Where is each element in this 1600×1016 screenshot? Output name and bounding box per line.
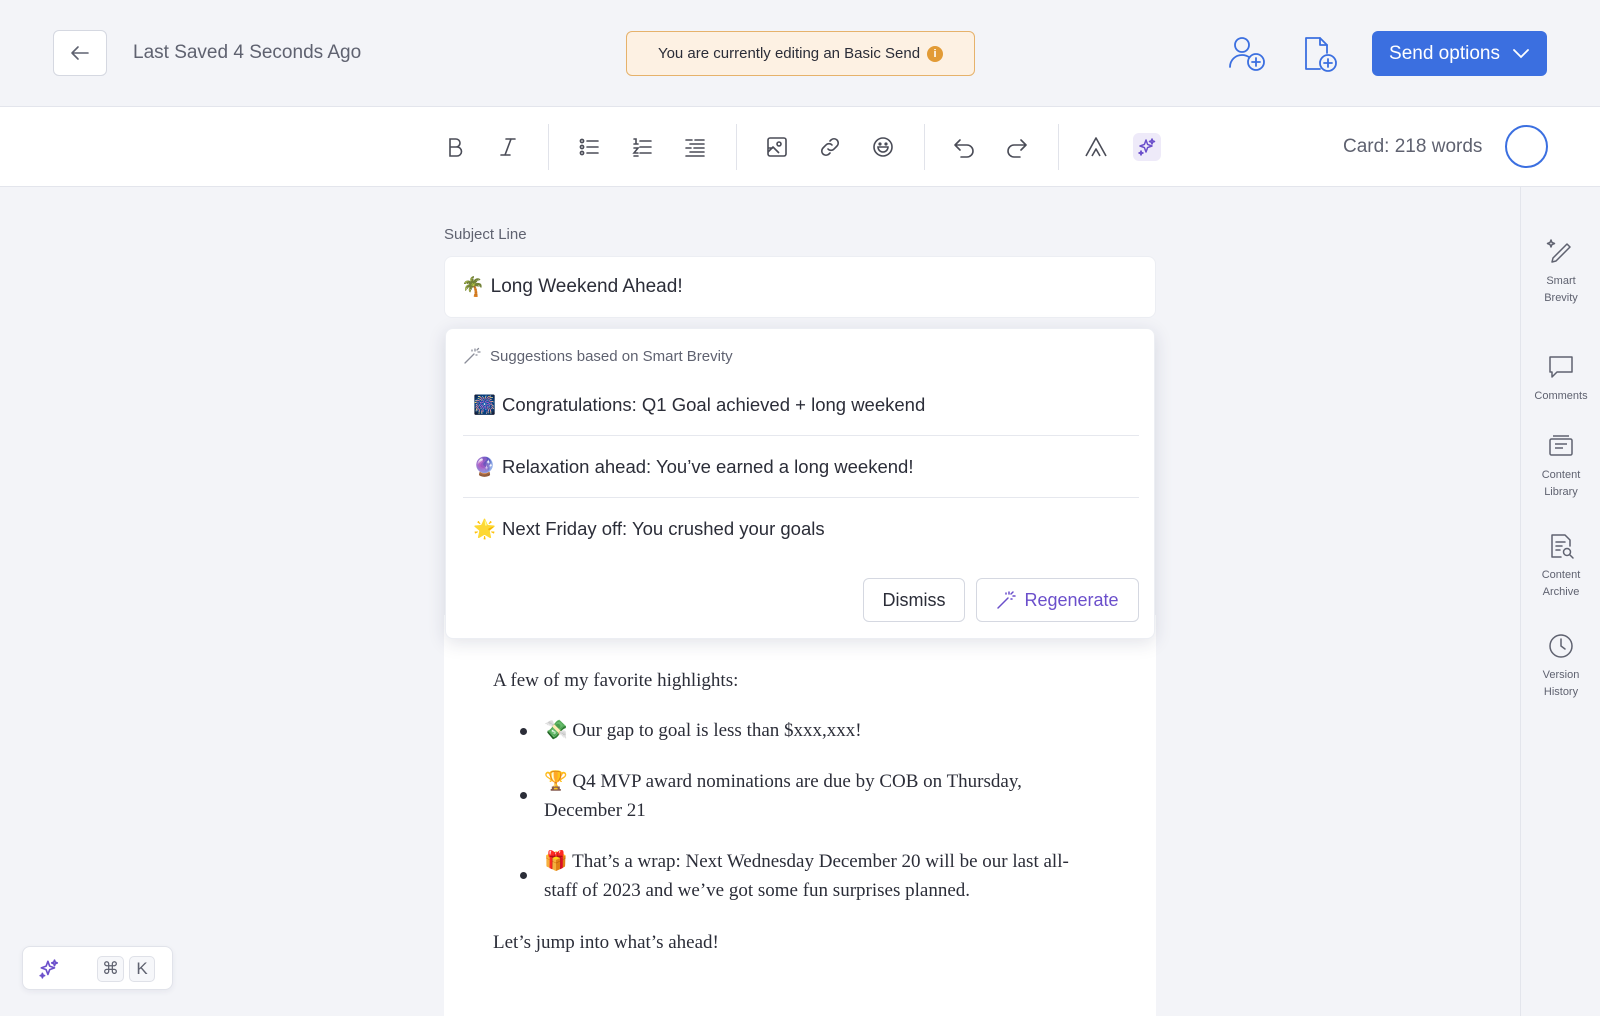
smart-brevity-icon — [1546, 239, 1571, 263]
subject-suggestions-popup: Suggestions based on Smart Brevity 🎆 Con… — [445, 328, 1155, 639]
word-count-progress-ring — [1505, 125, 1548, 168]
send-options-label: Send options — [1389, 42, 1500, 64]
send-options-button[interactable]: Send options — [1372, 31, 1547, 76]
suggestion-text: Congratulations: Q1 Goal achieved + long… — [502, 393, 926, 415]
bullet-list-icon[interactable] — [569, 127, 609, 167]
suggestion-emoji: 🌟 — [473, 517, 497, 539]
ai-sparkle-icon — [39, 959, 59, 979]
sidebar-item-version-history[interactable]: Version History — [1521, 629, 1600, 701]
bold-icon[interactable] — [435, 127, 475, 167]
indent-list-icon[interactable] — [675, 127, 715, 167]
banner-text: You are currently editing an Basic Send — [657, 45, 921, 62]
image-icon[interactable] — [757, 127, 797, 167]
toolbar-divider — [1058, 124, 1059, 170]
info-icon[interactable]: i — [927, 45, 944, 62]
sidebar-label: Brevity — [1544, 292, 1578, 304]
add-user-icon[interactable] — [1224, 30, 1272, 78]
list-item: 🎁 That’s a wrap: Next Wednesday December… — [544, 847, 1069, 905]
arrow-left-icon — [71, 46, 89, 60]
ai-assistant-shortcut[interactable]: ⌘ K — [22, 946, 173, 990]
editing-mode-banner: You are currently editing an Basic Send … — [626, 31, 975, 76]
content-library-icon — [1549, 435, 1573, 456]
italic-icon[interactable] — [488, 127, 528, 167]
add-document-icon[interactable] — [1295, 30, 1343, 78]
body-paragraph: A few of my favorite highlights: — [493, 670, 739, 691]
sidebar-label: Version — [1542, 669, 1580, 681]
k-key: K — [129, 956, 155, 982]
list-item: 💸 Our gap to goal is less than $xxx,xxx! — [544, 716, 862, 745]
chevron-down-icon — [1513, 48, 1529, 58]
sidebar-item-content-library[interactable]: Content Library — [1521, 429, 1600, 501]
document-body[interactable]: all our stretch goals and are set up for… — [444, 615, 1156, 1016]
sidebar-item-comments[interactable]: Comments — [1521, 350, 1600, 405]
subject-value: Long Weekend Ahead! — [490, 276, 683, 297]
list-item-text: staff of 2023 and we’ve got some fun sur… — [544, 880, 970, 901]
subject-line-input[interactable]: 🌴 Long Weekend Ahead! — [444, 256, 1156, 318]
sidebar-item-content-archive[interactable]: Content Archive — [1521, 529, 1600, 601]
sidebar-label: History — [1543, 686, 1579, 698]
regenerate-button[interactable]: Regenerate — [976, 578, 1139, 622]
link-icon[interactable] — [810, 127, 850, 167]
bullet-dot — [520, 872, 527, 879]
toolbar-divider — [548, 124, 549, 170]
comment-icon — [1549, 356, 1573, 378]
word-count: Card: 218 words — [1343, 136, 1483, 157]
subject-line-label: Subject Line — [444, 226, 527, 243]
list-item-emoji: 🎁 — [544, 851, 568, 872]
suggestion-text: Next Friday off: You crushed your goals — [502, 517, 825, 539]
emoji-icon[interactable] — [863, 127, 903, 167]
sidebar-item-smart-brevity[interactable]: Smart Brevity — [1521, 235, 1600, 307]
back-button[interactable] — [53, 30, 107, 76]
content-archive-icon — [1551, 534, 1574, 559]
right-sidebar: Smart Brevity Comments Content Library Con… — [1520, 187, 1600, 1016]
top-header: Last Saved 4 Seconds Ago You are current… — [0, 0, 1600, 107]
list-item-text: Q4 MVP award nominations are due by COB … — [572, 771, 1022, 792]
subject-emoji: 🌴 — [461, 277, 485, 298]
redo-icon[interactable] — [997, 127, 1037, 167]
list-item-emoji: 💸 — [544, 720, 568, 741]
numbered-list-icon[interactable] — [622, 127, 662, 167]
command-key: ⌘ — [97, 956, 124, 982]
sidebar-label: Content — [1541, 569, 1581, 581]
list-item-text: Our gap to goal is less than $xxx,xxx! — [572, 720, 862, 741]
magic-wand-icon — [464, 347, 481, 364]
suggestion-emoji: 🎆 — [473, 393, 497, 415]
sidebar-label: Library — [1544, 486, 1578, 498]
toolbar-divider — [924, 124, 925, 170]
undo-icon[interactable] — [944, 127, 984, 167]
suggestion-item[interactable]: 🔮 Relaxation ahead: You’ve earned a long… — [463, 436, 1139, 497]
formatting-toolbar: Card: 218 words — [0, 107, 1600, 187]
axios-icon[interactable] — [1076, 127, 1116, 167]
bullet-dot — [520, 728, 527, 735]
suggestion-text: Relaxation ahead: You’ve earned a long w… — [502, 455, 914, 477]
clock-icon — [1549, 634, 1573, 658]
regenerate-label: Regenerate — [1024, 589, 1119, 610]
dismiss-button[interactable]: Dismiss — [863, 578, 965, 622]
suggestion-item[interactable]: 🎆 Congratulations: Q1 Goal achieved + lo… — [463, 374, 1139, 435]
suggestion-emoji: 🔮 — [473, 455, 497, 477]
bullet-dot — [520, 792, 527, 799]
magic-wand-icon — [997, 591, 1017, 609]
last-saved-status: Last Saved 4 Seconds Ago — [133, 42, 362, 63]
ai-sparkle-icon[interactable] — [1133, 133, 1161, 161]
toolbar-divider — [736, 124, 737, 170]
sidebar-label: Smart — [1546, 275, 1576, 287]
body-paragraph: Let’s jump into what’s ahead! — [493, 932, 719, 953]
suggestions-heading-text: Suggestions based on Smart Brevity — [490, 347, 733, 365]
suggestions-heading: Suggestions based on Smart Brevity — [463, 347, 733, 365]
sidebar-label: Comments — [1534, 390, 1588, 402]
suggestion-item[interactable]: 🌟 Next Friday off: You crushed your goal… — [463, 498, 1139, 559]
sidebar-label: Archive — [1542, 586, 1580, 598]
sidebar-label: Content — [1541, 469, 1581, 481]
list-item-text: That’s a wrap: Next Wednesday December 2… — [572, 851, 1069, 872]
list-item-emoji: 🏆 — [544, 771, 568, 792]
list-item-text: December 21 — [544, 800, 646, 821]
list-item: 🏆 Q4 MVP award nominations are due by CO… — [544, 767, 1022, 825]
